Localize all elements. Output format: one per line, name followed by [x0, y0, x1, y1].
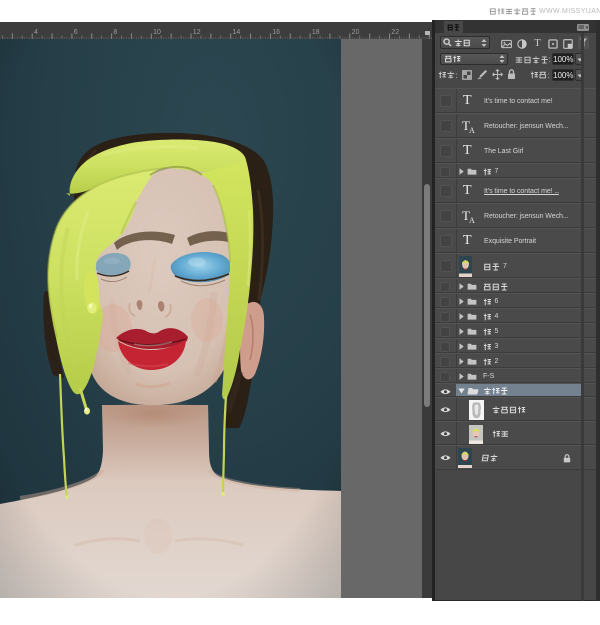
svg-text:6: 6: [74, 29, 78, 36]
svg-text:14: 14: [233, 29, 241, 36]
svg-text:10: 10: [153, 29, 161, 36]
svg-text:16: 16: [272, 29, 280, 36]
svg-text:22: 22: [391, 29, 399, 36]
svg-text:12: 12: [193, 29, 201, 36]
svg-text:20: 20: [352, 29, 360, 36]
svg-text:18: 18: [312, 29, 320, 36]
svg-text:8: 8: [113, 29, 117, 36]
svg-text:4: 4: [34, 29, 38, 36]
